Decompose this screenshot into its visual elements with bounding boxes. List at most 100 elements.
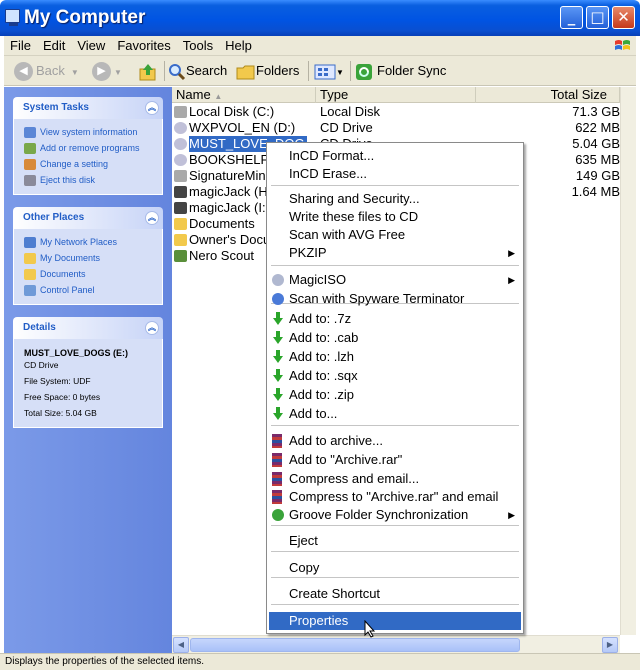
horizontal-scrollbar[interactable]: ◀ ▶ (172, 635, 620, 653)
context-menu-item[interactable]: Create Shortcut (269, 585, 521, 603)
views-icon (314, 64, 336, 80)
context-menu-item[interactable]: Add to: .zip (269, 386, 521, 404)
column-name[interactable]: Name ▲ (172, 87, 316, 103)
context-menu-item[interactable]: Add to: .lzh (269, 348, 521, 366)
download-arrow-icon (273, 312, 283, 325)
my-network-places-link[interactable]: My Network Places (24, 234, 156, 250)
scroll-left-button[interactable]: ◀ (173, 637, 189, 653)
collapse-chevron-icon[interactable]: ︽ (145, 101, 159, 115)
menu-file[interactable]: File (4, 36, 37, 55)
column-type[interactable]: Type (316, 87, 476, 103)
my-computer-icon (5, 9, 20, 26)
control-panel-link[interactable]: Control Panel (24, 282, 156, 298)
hard-disk-icon (174, 106, 187, 118)
menu-separator (271, 577, 519, 578)
collapse-chevron-icon[interactable]: ︽ (145, 211, 159, 225)
context-menu-item[interactable]: InCD Erase... (269, 165, 521, 183)
context-menu-item[interactable]: Sharing and Security... (269, 190, 521, 208)
context-menu-label: InCD Format... (289, 148, 375, 163)
file-name: Local Disk (C:) (189, 104, 275, 119)
details-type: CD Drive (24, 360, 59, 370)
folders-button[interactable]: Folders (236, 60, 299, 82)
folder-icon (24, 268, 36, 280)
file-row[interactable]: WXPVOL_EN (D:) CD Drive 622 MB (172, 120, 620, 136)
context-menu-label: Add to... (289, 406, 338, 421)
system-info-icon (24, 126, 36, 138)
context-menu-item[interactable]: Add to archive... (269, 432, 521, 450)
add-remove-programs-link[interactable]: Add or remove programs (24, 140, 156, 156)
context-menu-item[interactable]: Compress to "Archive.rar" and email (269, 488, 521, 506)
context-menu-item[interactable]: Eject (269, 532, 521, 550)
cd-drive-icon (174, 154, 187, 166)
views-button[interactable]: ▼ (314, 60, 344, 82)
maximize-button[interactable]: □ (586, 6, 609, 29)
vertical-scrollbar[interactable] (620, 87, 636, 635)
collapse-chevron-icon[interactable]: ︽ (145, 321, 159, 335)
file-name: magicJack (H: (189, 184, 272, 199)
system-tasks-header[interactable]: System Tasks ︽ (13, 97, 163, 119)
context-menu-item[interactable]: Groove Folder Synchronization ▶ (269, 506, 521, 524)
menu-favorites[interactable]: Favorites (111, 36, 176, 55)
context-menu-item[interactable]: Scan with Spyware Terminator (269, 290, 521, 308)
details-name: MUST_LOVE_DOGS (E:) (24, 348, 129, 358)
spyware-terminator-icon (272, 293, 284, 305)
folder-icon (174, 218, 187, 230)
folder-sync-button[interactable]: Folder Sync (354, 60, 446, 82)
context-menu-item[interactable]: MagicISO ▶ (269, 271, 521, 289)
context-menu-label: Add to: .lzh (289, 349, 355, 364)
forward-button[interactable]: ▶ ▼ (92, 60, 122, 82)
search-button[interactable]: Search (168, 60, 227, 82)
cd-drive-icon (174, 122, 187, 134)
file-name: SignatureMini (189, 168, 269, 183)
download-arrow-icon (273, 369, 283, 382)
context-menu-label: Add to: .zip (289, 387, 355, 402)
context-menu-item[interactable]: InCD Format... (269, 147, 521, 165)
back-button[interactable]: ◀ Back ▼ (14, 60, 79, 82)
context-menu-item[interactable]: Properties (269, 612, 521, 630)
documents-link[interactable]: Documents (24, 266, 156, 282)
file-name: WXPVOL_EN (D:) (189, 120, 296, 135)
context-menu-item[interactable]: Write these files to CD (269, 208, 521, 226)
context-menu-item[interactable]: Compress and email... (269, 470, 521, 488)
menu-help[interactable]: Help (219, 36, 258, 55)
column-total-size[interactable]: Total Size (476, 87, 620, 103)
system-tasks-panel: System Tasks ︽ View system information Ad… (13, 97, 163, 195)
eject-icon (24, 174, 36, 186)
up-folder-button[interactable] (138, 60, 158, 82)
back-arrow-icon: ◀ (14, 62, 33, 82)
context-menu-label: Add to: .cab (289, 330, 359, 345)
context-menu-item[interactable]: Add to: .7z (269, 310, 521, 328)
window-title: My Computer (24, 7, 146, 28)
other-places-header[interactable]: Other Places ︽ (13, 207, 163, 229)
close-button[interactable]: ✕ (612, 6, 635, 29)
nero-icon (174, 250, 187, 262)
change-setting-link[interactable]: Change a setting (24, 156, 156, 172)
sort-ascending-icon: ▲ (214, 92, 223, 101)
context-menu-item[interactable]: Add to: .cab (269, 329, 521, 347)
view-system-info-link[interactable]: View system information (24, 124, 156, 140)
eject-disk-link[interactable]: Eject this disk (24, 172, 156, 188)
context-menu-item[interactable]: Add to: .sqx (269, 367, 521, 385)
menu-view[interactable]: View (71, 36, 111, 55)
context-menu-item[interactable]: PKZIP ▶ (269, 244, 521, 262)
file-row[interactable]: Local Disk (C:) Local Disk 71.3 GB (172, 104, 620, 120)
minimize-button[interactable]: _ (560, 6, 583, 29)
hard-disk-icon (174, 170, 187, 182)
groove-icon (272, 509, 284, 521)
scroll-thumb[interactable] (190, 638, 520, 652)
my-documents-link[interactable]: My Documents (24, 250, 156, 266)
file-name: Owner's Docu (189, 232, 271, 247)
winrar-icon (272, 434, 282, 448)
context-menu-item[interactable]: Scan with AVG Free (269, 226, 521, 244)
context-menu-item[interactable]: Add to "Archive.rar" (269, 451, 521, 469)
file-type: Local Disk (320, 104, 380, 119)
add-remove-icon (24, 142, 36, 154)
menu-tools[interactable]: Tools (177, 36, 219, 55)
context-menu-item[interactable]: Copy (269, 559, 521, 577)
folder-sync-icon (356, 63, 372, 80)
scroll-right-button[interactable]: ▶ (602, 637, 618, 653)
drive-icon (174, 186, 187, 198)
details-header[interactable]: Details ︽ (13, 317, 163, 339)
menu-edit[interactable]: Edit (37, 36, 71, 55)
context-menu-item[interactable]: Add to... (269, 405, 521, 423)
